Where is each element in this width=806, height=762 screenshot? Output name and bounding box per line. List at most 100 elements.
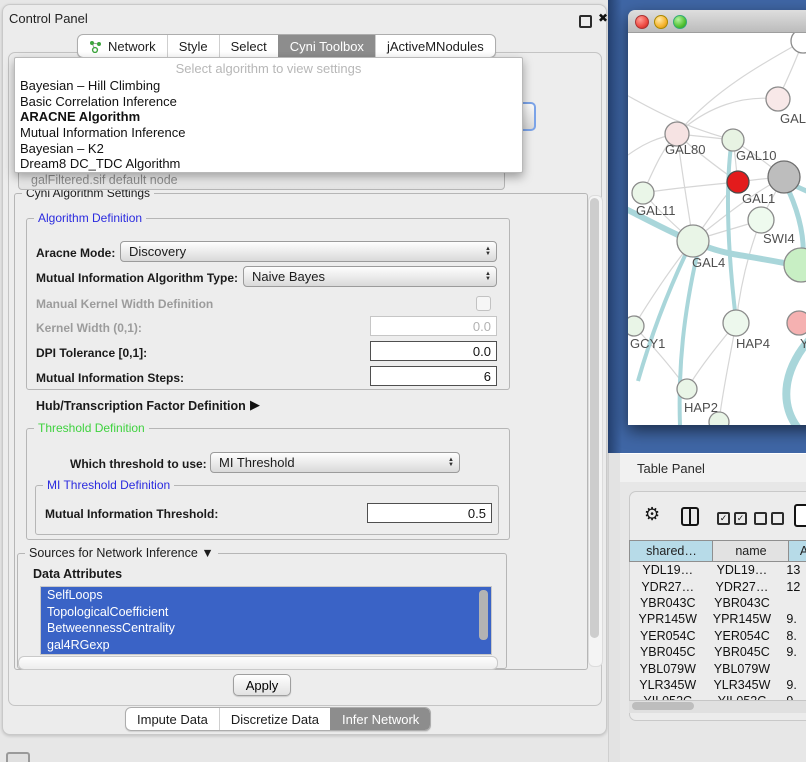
network-select-combo-value: galFiltered.sif default node (31, 173, 178, 187)
node-label: GAL1 (742, 191, 775, 206)
close-icon[interactable]: ✖ (598, 11, 608, 25)
node-gal1[interactable] (748, 207, 774, 233)
table-panel-title: Table Panel (637, 461, 705, 476)
algorithm-dropdown-popup: Select algorithm to view settings Bayesi… (14, 57, 523, 173)
close-traffic-light[interactable] (635, 15, 649, 29)
sources-group-title: Sources for Network Inference ▼ (25, 546, 218, 560)
node-top-partial[interactable] (791, 33, 806, 53)
node-gcy1[interactable] (628, 316, 644, 336)
node-hap2[interactable] (677, 379, 697, 399)
algorithm-item[interactable]: Basic Correlation Inference (15, 94, 522, 110)
mi-steps-field[interactable] (370, 366, 497, 386)
table-row[interactable]: YBR045CYBR045C9. (629, 644, 806, 660)
node-label: GAL10 (736, 148, 776, 163)
table-row[interactable]: YBR043CYBR043C (629, 595, 806, 611)
list-item[interactable]: TopologicalCoefficient (41, 604, 491, 621)
node-gal4[interactable] (677, 225, 709, 257)
network-window-titlebar[interactable] (628, 10, 806, 33)
export-table-icon[interactable] (794, 504, 806, 527)
column-header-name[interactable]: name (712, 540, 789, 562)
mi-steps-label: Mutual Information Steps: (36, 371, 184, 385)
node-gal11[interactable] (632, 182, 654, 204)
minimize-traffic-light[interactable] (654, 15, 668, 29)
tab-jactivemnodules[interactable]: jActiveMNodules (375, 35, 495, 57)
network-view-window[interactable]: GAL GAL80 GAL10 GAL11 GAL1 SWI4 GAL4 GCY… (628, 10, 806, 425)
list-item[interactable]: gal4RGexp (41, 637, 491, 654)
manual-kernel-label: Manual Kernel Width Definition (36, 297, 213, 311)
node-red[interactable] (727, 171, 749, 193)
table-row[interactable]: YER054CYER054C8. (629, 628, 806, 644)
algorithm-definition-title: Algorithm Definition (34, 211, 146, 225)
tab-discretize-data[interactable]: Discretize Data (219, 708, 330, 730)
gear-icon[interactable]: ⚙ (644, 504, 660, 525)
table-panel-titlebar: Table Panel (620, 453, 806, 483)
mi-threshold-field[interactable] (367, 503, 492, 523)
top-tab-strip: Network Style Select Cyni Toolbox jActiv… (77, 34, 496, 58)
tab-cyni-toolbox[interactable]: Cyni Toolbox (278, 35, 375, 57)
combo-stepper-icon: ▲▼ (480, 247, 496, 257)
table-row[interactable]: YLR345WYLR345W9. (629, 677, 806, 693)
columns-icon[interactable] (681, 507, 699, 526)
algorithm-item[interactable]: Mutual Information Inference (15, 125, 522, 141)
tab-infer-network[interactable]: Infer Network (330, 708, 430, 730)
tab-select[interactable]: Select (219, 35, 278, 57)
kernel-width-field[interactable] (370, 316, 497, 336)
docked-panel-icon[interactable] (6, 752, 30, 762)
manual-kernel-checkbox[interactable] (476, 296, 491, 311)
deselect-all-columns-icon[interactable] (754, 512, 788, 530)
tab-style[interactable]: Style (167, 35, 219, 57)
list-item[interactable]: SelfLoops (41, 587, 491, 604)
hub-definition-label: Hub/Transcription Factor Definition (36, 399, 246, 413)
control-panel-title: Control Panel (9, 11, 88, 26)
network-svg: GAL GAL80 GAL10 GAL11 GAL1 SWI4 GAL4 GCY… (628, 33, 806, 425)
mi-threshold-group-title: MI Threshold Definition (43, 478, 174, 492)
apply-button[interactable]: Apply (233, 674, 291, 696)
table-row[interactable]: YDL19…YDL19…13 (629, 562, 806, 578)
list-item[interactable]: BetweennessCentrality (41, 620, 491, 637)
list-scrollbar-thumb[interactable] (479, 590, 488, 640)
table-row[interactable]: YIL052CYIL052C9. (629, 693, 806, 700)
horizontal-scrollbar[interactable] (18, 656, 498, 670)
select-all-columns-icon[interactable]: ✓✓ (717, 512, 751, 530)
tab-network[interactable]: Network (78, 35, 167, 57)
settings-scrollbar-thumb[interactable] (590, 198, 599, 638)
zoom-traffic-light[interactable] (673, 15, 687, 29)
mi-threshold-label: Mutual Information Threshold: (45, 507, 218, 521)
table-row[interactable]: YBL079WYBL079W (629, 660, 806, 676)
node-hap4[interactable] (723, 310, 749, 336)
column-header-partial[interactable]: A (788, 540, 806, 562)
network-canvas[interactable]: GAL GAL80 GAL10 GAL11 GAL1 SWI4 GAL4 GCY… (628, 33, 806, 425)
column-header-shared-name[interactable]: shared… (629, 540, 713, 562)
table-row[interactable]: YDR27…YDR27…12 (629, 578, 806, 594)
table-row[interactable]: YPR145WYPR145W9. (629, 611, 806, 627)
control-panel-titlebar[interactable]: Control Panel ✖ (0, 6, 608, 30)
algorithm-item-selected[interactable]: ARACNE Algorithm (15, 109, 522, 125)
node-pink[interactable] (787, 311, 806, 335)
data-attributes-list[interactable]: SelfLoops TopologicalCoefficient Between… (40, 586, 492, 655)
tab-label: Infer Network (342, 712, 419, 727)
dpi-tolerance-field[interactable] (370, 341, 497, 361)
node-gal-partial[interactable] (766, 87, 790, 111)
algorithm-combo-fragment[interactable] (521, 102, 536, 131)
tab-label: Cyni Toolbox (290, 39, 364, 54)
node-label: HAP2 (684, 400, 718, 415)
which-threshold-combo[interactable]: MI Threshold ▲▼ (210, 452, 460, 473)
collapse-down-icon[interactable]: ▼ (201, 546, 213, 560)
float-window-icon[interactable] (579, 15, 592, 28)
algorithm-item[interactable]: Bayesian – Hill Climbing (15, 78, 522, 94)
threshold-definition-title: Threshold Definition (34, 421, 149, 435)
tab-impute-data[interactable]: Impute Data (126, 708, 219, 730)
node-label: GCY1 (630, 336, 665, 351)
combo-stepper-icon: ▲▼ (480, 272, 496, 282)
algorithm-item[interactable]: Bayesian – K2 (15, 141, 522, 157)
mi-type-combo[interactable]: Naive Bayes ▲▼ (243, 266, 497, 287)
network-select-combo[interactable]: galFiltered.sif default node (18, 170, 505, 190)
algorithm-item[interactable]: Dream8 DC_TDC Algorithm (15, 156, 522, 172)
settings-scrollbar-track[interactable] (588, 195, 603, 667)
aracne-mode-combo[interactable]: Discovery ▲▼ (120, 241, 497, 262)
node-gray[interactable] (768, 161, 800, 193)
node-swi4[interactable] (784, 248, 806, 282)
table-scrollbar-thumb[interactable] (632, 702, 694, 710)
tab-label: Select (231, 39, 267, 54)
expand-right-icon[interactable]: ▶ (250, 397, 260, 413)
